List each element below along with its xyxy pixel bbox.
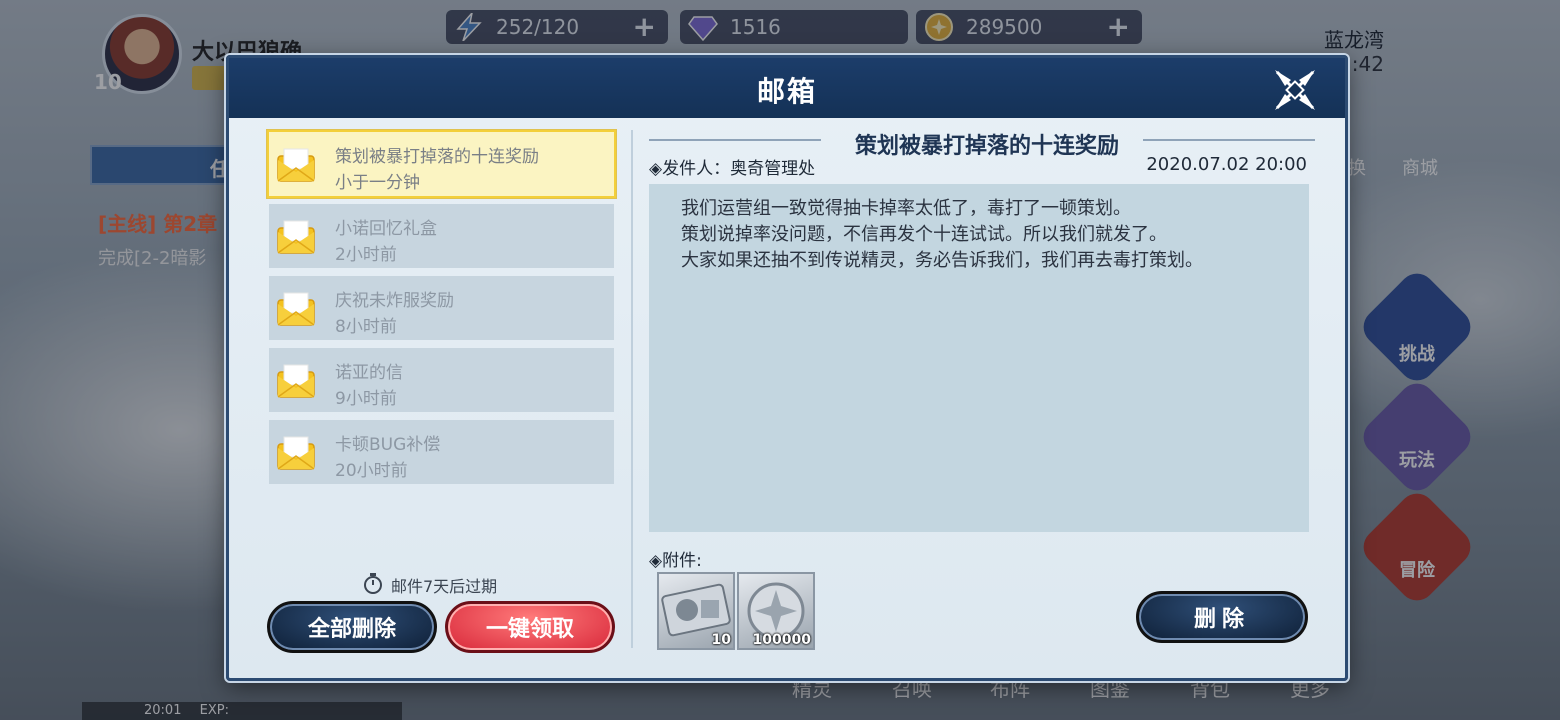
mail-body-line: 大家如果还抽不到传说精灵，务必告诉我们，我们再去毒打策划。 xyxy=(681,250,1203,271)
mail-body-line: 我们运营组一致觉得抽卡掉率太低了，毒打了一顿策划。 xyxy=(681,198,1131,219)
attachment-count: 10 xyxy=(711,632,731,648)
close-icon[interactable] xyxy=(1271,66,1319,114)
envelope-icon xyxy=(277,148,315,182)
envelope-icon xyxy=(277,292,315,326)
mail-body: 我们运营组一致觉得抽卡掉率太低了，毒打了一顿策划。 策划说掉率没问题，不信再发个… xyxy=(649,184,1309,532)
attachments-label: ◈附件: xyxy=(649,551,702,571)
envelope-icon xyxy=(277,436,315,470)
mail-body-line: 策划说掉率没问题，不信再发个十连试试。所以我们就发了。 xyxy=(681,224,1167,245)
mail-sender: ◈发件人：奥奇管理处 xyxy=(649,159,816,179)
mail-subject: 策划被暴打掉落的十连奖励 xyxy=(335,147,539,167)
attachment-count: 100000 xyxy=(752,632,811,648)
mail-time: 9小时前 xyxy=(335,389,397,409)
mail-list-item[interactable]: 诺亚的信 9小时前 xyxy=(269,348,614,412)
attachment-silver-coin[interactable]: 100000 xyxy=(737,572,815,650)
delete-mail-button[interactable]: 删除 xyxy=(1136,591,1308,643)
mail-list-item[interactable]: 策划被暴打掉落的十连奖励 小于一分钟 xyxy=(267,130,616,198)
stopwatch-icon xyxy=(364,573,382,594)
mail-list-item[interactable]: 卡顿BUG补偿 20小时前 xyxy=(269,420,614,484)
mail-date: 2020.07.02 20:00 xyxy=(1146,154,1307,175)
dialog-header: 邮箱 xyxy=(229,58,1345,118)
mail-list-item[interactable]: 庆祝未炸服奖励 8小时前 xyxy=(269,276,614,340)
envelope-icon xyxy=(277,364,315,398)
mail-subject: 卡顿BUG补偿 xyxy=(335,435,441,455)
mail-time: 小于一分钟 xyxy=(335,173,420,193)
delete-all-button[interactable]: 全部删除 xyxy=(267,601,437,653)
mail-list-item[interactable]: 小诺回忆礼盒 2小时前 xyxy=(269,204,614,268)
envelope-icon xyxy=(277,220,315,254)
claim-all-button[interactable]: 一键领取 xyxy=(445,601,615,653)
mail-subject: 小诺回忆礼盒 xyxy=(335,219,437,239)
mail-time: 20小时前 xyxy=(335,461,408,481)
mail-time: 8小时前 xyxy=(335,317,397,337)
mailbox-dialog: 邮箱 策划被暴打掉落的十连奖励 小于一分钟小诺回忆礼盒 2小时前庆祝未炸服奖励 8小时… xyxy=(226,55,1348,681)
dialog-title: 邮箱 xyxy=(756,75,817,108)
panel-divider xyxy=(631,130,633,648)
mail-subject: 诺亚的信 xyxy=(335,363,403,383)
mail-subject: 庆祝未炸服奖励 xyxy=(335,291,454,311)
mail-time: 2小时前 xyxy=(335,245,397,265)
expiry-note: 邮件7天后过期 xyxy=(391,577,498,596)
attachment-summon-ticket[interactable]: 10 xyxy=(657,572,735,650)
